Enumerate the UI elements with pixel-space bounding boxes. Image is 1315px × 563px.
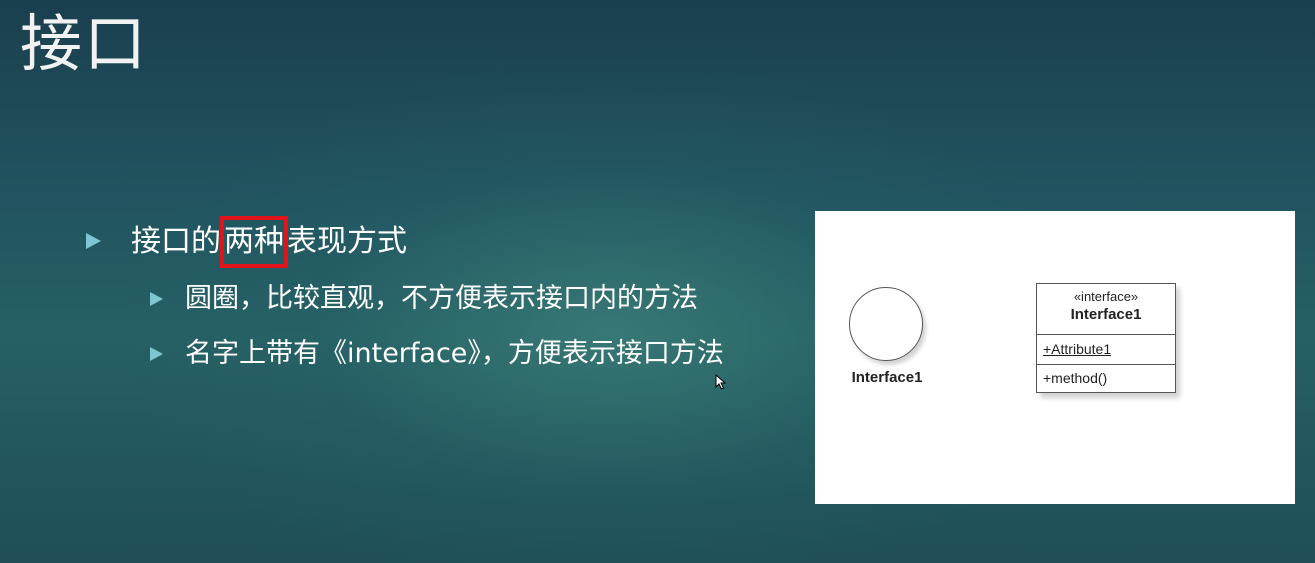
uml-diagram-image: Interface1 «interface» Interface1 +Attri…	[815, 211, 1295, 504]
interface-circle-shape	[849, 287, 923, 361]
stereotype-label: «interface»	[1073, 289, 1139, 304]
class-name-label: Interface1	[1070, 306, 1142, 323]
bullet-main-text: 接口的 两种 表现方式	[131, 216, 407, 268]
bullet-triangle-icon	[150, 347, 163, 361]
sub-bullet-stereotype: 名字上带有《interface》，方便表示接口方法	[150, 335, 770, 372]
interface-circle-label: Interface1	[851, 369, 923, 386]
slide-title: 接口	[20, 7, 149, 80]
mouse-pointer-icon	[715, 374, 727, 390]
bullet-main-before: 接口的	[131, 224, 221, 259]
bullet-triangle-icon	[150, 292, 163, 306]
sub-bullet-text: 圆圈，比较直观，不方便表示接口内的方法	[185, 283, 698, 314]
bullet-main-after: 表现方式	[287, 224, 407, 259]
bullet-main: 接口的 两种 表现方式	[86, 216, 407, 268]
bullet-triangle-icon	[86, 233, 101, 249]
class-box-header: «interface» Interface1	[1037, 284, 1175, 335]
attribute-label: +Attribute1	[1037, 335, 1175, 365]
method-label: +method()	[1043, 370, 1108, 386]
highlighted-phrase: 两种	[220, 216, 288, 268]
sub-bullet-circle: 圆圈，比较直观，不方便表示接口内的方法	[150, 280, 698, 317]
sub-bullet-text: 名字上带有《interface》，方便表示接口方法	[185, 338, 724, 369]
interface-class-box: «interface» Interface1 +Attribute1 +meth…	[1036, 283, 1176, 393]
